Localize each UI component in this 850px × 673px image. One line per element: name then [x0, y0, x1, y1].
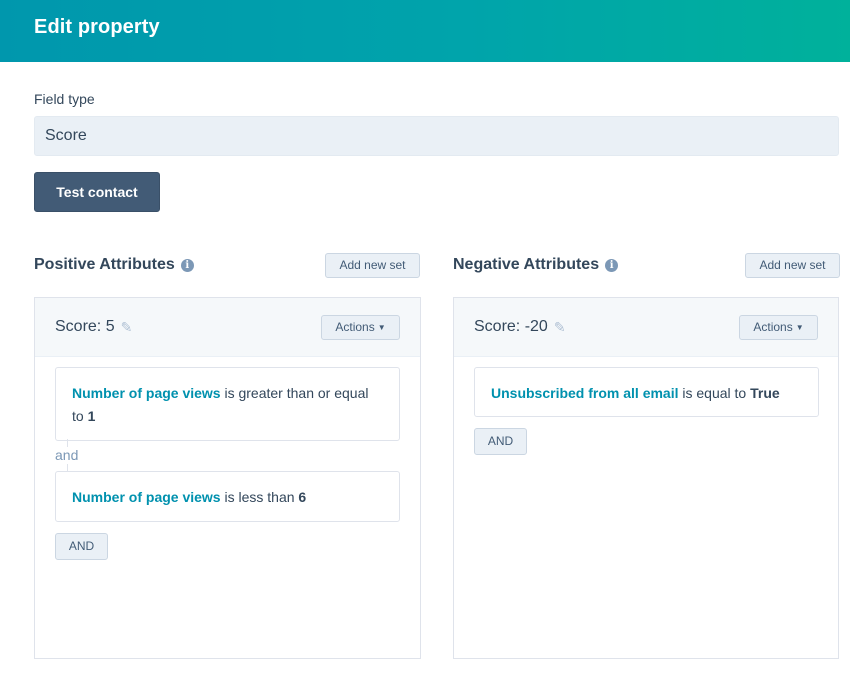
add-new-set-button[interactable]: Add new set: [745, 253, 840, 278]
info-icon[interactable]: i: [605, 258, 619, 272]
rule-property-link[interactable]: Number of page views: [72, 385, 221, 401]
filter-rule[interactable]: Number of page views is greater than or …: [55, 367, 400, 441]
positive-attributes-heading: Positive Attributes i: [34, 256, 194, 274]
filter-rule[interactable]: Number of page views is less than 6: [55, 471, 400, 522]
negative-attributes-title: Negative Attributes: [453, 256, 600, 273]
actions-label: Actions: [753, 320, 793, 334]
caret-down-icon: ▼: [795, 323, 804, 332]
page-title: Edit property: [34, 16, 160, 38]
attribute-set-header: Score: -20 ✎ Actions ▼: [454, 298, 838, 357]
rule-value: True: [750, 385, 780, 401]
test-contact-button[interactable]: Test contact: [34, 172, 160, 212]
attribute-set-header: Score: 5 ✎ Actions ▼: [35, 298, 420, 357]
add-and-condition-button[interactable]: AND: [474, 428, 527, 455]
score-value: Score: -20: [474, 318, 548, 335]
rule-value: 6: [298, 489, 307, 505]
info-icon[interactable]: i: [180, 258, 194, 272]
pencil-icon[interactable]: ✎: [121, 319, 133, 336]
rule-operator: is equal to: [678, 385, 751, 401]
field-type-input[interactable]: Score: [34, 116, 839, 156]
score-value: Score: 5: [55, 318, 115, 335]
rule-value: 1: [87, 408, 96, 424]
positive-attributes-title: Positive Attributes: [34, 256, 175, 273]
and-joiner-label: and: [55, 447, 79, 463]
score-label: Score: -20 ✎: [474, 318, 566, 336]
caret-down-icon: ▼: [377, 323, 386, 332]
actions-dropdown-button[interactable]: Actions ▼: [321, 315, 400, 340]
add-and-condition-button[interactable]: AND: [55, 533, 108, 560]
add-new-set-button[interactable]: Add new set: [325, 253, 420, 278]
field-type-label: Field type: [34, 91, 95, 107]
actions-label: Actions: [335, 320, 375, 334]
negative-attributes-heading: Negative Attributes i: [453, 256, 619, 274]
actions-dropdown-button[interactable]: Actions ▼: [739, 315, 818, 340]
attribute-set: Score: 5 ✎ Actions ▼ Number of page views…: [34, 297, 421, 659]
rule-property-link[interactable]: Unsubscribed from all email: [491, 385, 679, 401]
score-label: Score: 5 ✎: [55, 318, 132, 336]
attribute-set: Score: -20 ✎ Actions ▼ Unsubscribed from …: [453, 297, 839, 659]
rule-operator: is less than: [220, 489, 299, 505]
rule-property-link[interactable]: Number of page views: [72, 489, 221, 505]
filter-rule[interactable]: Unsubscribed from all email is equal to …: [474, 367, 819, 417]
pencil-icon[interactable]: ✎: [554, 319, 566, 336]
modal-header: Edit property: [0, 0, 850, 62]
